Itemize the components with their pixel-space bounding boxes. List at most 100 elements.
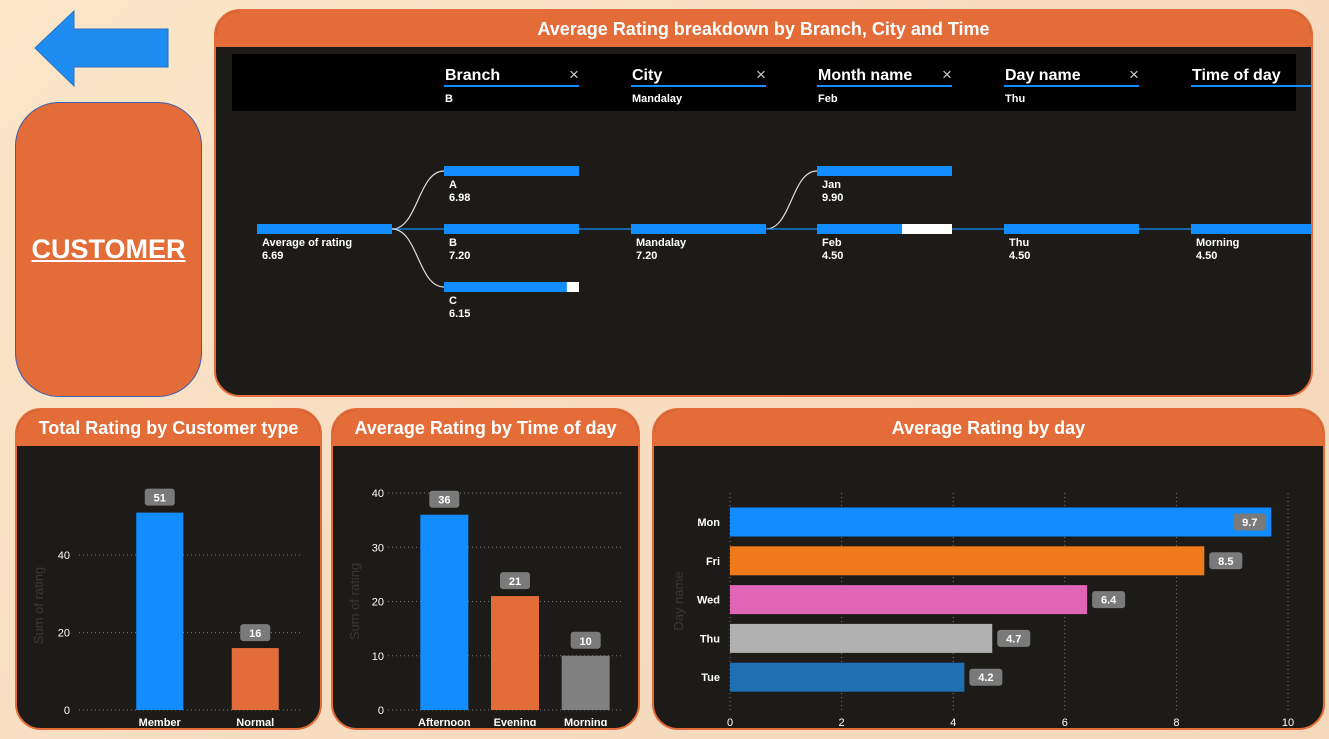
y-tick-label: Thu <box>700 633 720 645</box>
data-label-afternoon: 36 <box>438 495 450 507</box>
tree-node-label: B <box>449 237 457 249</box>
time-of-day-chart-panel: Average Rating by Time of day 0 10 20 30 40 3… <box>331 408 640 730</box>
y-tick-label: 20 <box>372 597 384 609</box>
data-label-wed: 6.4 <box>1101 595 1117 607</box>
tree-node-value: 9.90 <box>822 192 843 204</box>
arrow-left-icon[interactable] <box>34 10 170 88</box>
y-axis-title: Sum of rating <box>31 567 46 644</box>
y-tick-label: 40 <box>58 550 70 562</box>
rating-by-day-chart-title: Average Rating by day <box>654 410 1323 446</box>
close-icon: × <box>569 65 579 84</box>
tree-node-value: 4.50 <box>1196 250 1217 262</box>
x-tick-label: 6 <box>1062 717 1068 726</box>
y-axis-title: Day name <box>671 571 686 630</box>
y-tick-label: 0 <box>64 705 70 717</box>
time-of-day-chart: 01020304036Afternoon21Evening10MorningTi… <box>347 488 621 728</box>
tree-node-bar-jan[interactable] <box>817 166 952 176</box>
x-tick-label: 8 <box>1173 717 1179 726</box>
tree-node-bar-thu[interactable] <box>1004 224 1139 234</box>
decomposition-tree-title: Average Rating breakdown by Branch, City… <box>216 11 1311 47</box>
bar-tue[interactable] <box>730 662 965 692</box>
decomposition-tree-panel: Average Rating breakdown by Branch, City… <box>214 9 1313 397</box>
y-tick-label: Tue <box>701 672 720 684</box>
x-tick-label: 0 <box>727 717 733 726</box>
bar-mon[interactable] <box>730 507 1272 537</box>
data-label-member: 51 <box>154 493 166 505</box>
y-axis-title: Sum of rating <box>347 563 362 640</box>
rating-by-day-chart-panel: Average Rating by day 0 2 4 6 8 10 Mon 9.7 Fri 8.… <box>652 408 1325 730</box>
customer-type-chart-panel: Total Rating by Customer type 0 20 40 51 Mem… <box>15 408 322 730</box>
customer-page-button[interactable]: CUSTOMER <box>15 102 202 397</box>
y-tick-label: 20 <box>58 628 70 640</box>
decomposition-tree: Branch × B City × Mandalay Month name × Feb Day n… <box>232 54 1311 320</box>
close-icon: × <box>756 65 766 84</box>
tree-node-value: 7.20 <box>449 250 470 262</box>
y-tick-label: 30 <box>372 542 384 554</box>
tree-node-label: Jan <box>822 179 841 191</box>
x-tick-label: 2 <box>839 717 845 726</box>
tree-node-value: 6.15 <box>449 308 470 320</box>
x-tick-label: Evening <box>494 717 537 726</box>
bar-wed[interactable] <box>730 585 1088 615</box>
level-filter-value: B <box>445 93 453 105</box>
bar-fri[interactable] <box>730 546 1205 576</box>
data-label-mon: 9.7 <box>1242 517 1257 529</box>
tree-node-value: 6.98 <box>449 192 470 204</box>
tree-node-label: A <box>449 179 457 191</box>
y-tick-label: 0 <box>378 705 384 717</box>
tree-node-label: Feb <box>822 237 842 249</box>
page-title: CUSTOMER <box>31 234 186 264</box>
tree-node-bar-a[interactable] <box>444 166 579 176</box>
tree-node-label: Thu <box>1009 237 1029 249</box>
data-label-morning: 10 <box>580 636 592 648</box>
close-icon: × <box>1129 65 1139 84</box>
data-label-fri: 8.5 <box>1218 556 1233 568</box>
data-label-normal: 16 <box>249 628 261 640</box>
bar-thu[interactable] <box>730 623 993 653</box>
y-tick-label: Wed <box>697 595 720 607</box>
tree-node-bar-average-of-rating[interactable] <box>257 224 392 234</box>
data-label-thu: 4.7 <box>1006 633 1021 645</box>
tree-node-value: 6.69 <box>262 250 283 262</box>
tree-node-bar-mandalay[interactable] <box>631 224 766 234</box>
tree-node-bar-c[interactable] <box>444 282 567 292</box>
bar-normal[interactable] <box>231 648 279 710</box>
tree-node-bar-b[interactable] <box>444 224 579 234</box>
x-tick-label: 10 <box>1282 717 1294 726</box>
tree-connector <box>765 170 818 230</box>
bar-member[interactable] <box>136 512 184 710</box>
level-header-month-name: Month name <box>818 67 912 84</box>
level-header-branch: Branch <box>445 67 500 84</box>
data-label-tue: 4.2 <box>978 672 993 684</box>
bar-evening[interactable] <box>491 596 539 710</box>
tree-node-value: 4.50 <box>822 250 843 262</box>
level-header-day-name: Day name <box>1005 67 1081 84</box>
tree-node-label: C <box>449 295 457 307</box>
tree-node-bar-morning[interactable] <box>1191 224 1311 234</box>
level-header-city: City <box>632 67 662 84</box>
x-tick-label: 4 <box>950 717 956 726</box>
tree-node-value: 7.20 <box>636 250 657 262</box>
x-tick-label: Morning <box>564 717 607 726</box>
y-tick-label: 10 <box>372 651 384 663</box>
tree-connector <box>391 228 445 288</box>
customer-type-chart-title: Total Rating by Customer type <box>17 410 320 446</box>
level-filter-value: Mandalay <box>632 93 683 105</box>
bar-morning[interactable] <box>561 655 610 710</box>
bar-afternoon[interactable] <box>420 514 469 710</box>
tree-node-label: Average of rating <box>262 237 352 249</box>
customer-type-chart: 0204051Member16NormalCustomer_typeSum of… <box>31 488 303 728</box>
y-tick-label: 40 <box>372 488 384 500</box>
tree-node-label: Morning <box>1196 237 1239 249</box>
level-filter-value: Feb <box>818 93 838 105</box>
tree-node-value: 4.50 <box>1009 250 1030 262</box>
x-tick-label: Normal <box>236 717 274 726</box>
level-filter-value: Thu <box>1005 93 1025 105</box>
x-tick-label: Member <box>139 717 182 726</box>
time-of-day-chart-title: Average Rating by Time of day <box>333 410 638 446</box>
tree-node-bar-feb[interactable] <box>817 224 903 234</box>
level-header-time-of-day: Time of day <box>1192 67 1281 84</box>
y-tick-label: Mon <box>697 517 720 529</box>
tree-node-label: Mandalay <box>636 237 687 249</box>
close-icon: × <box>942 65 952 84</box>
